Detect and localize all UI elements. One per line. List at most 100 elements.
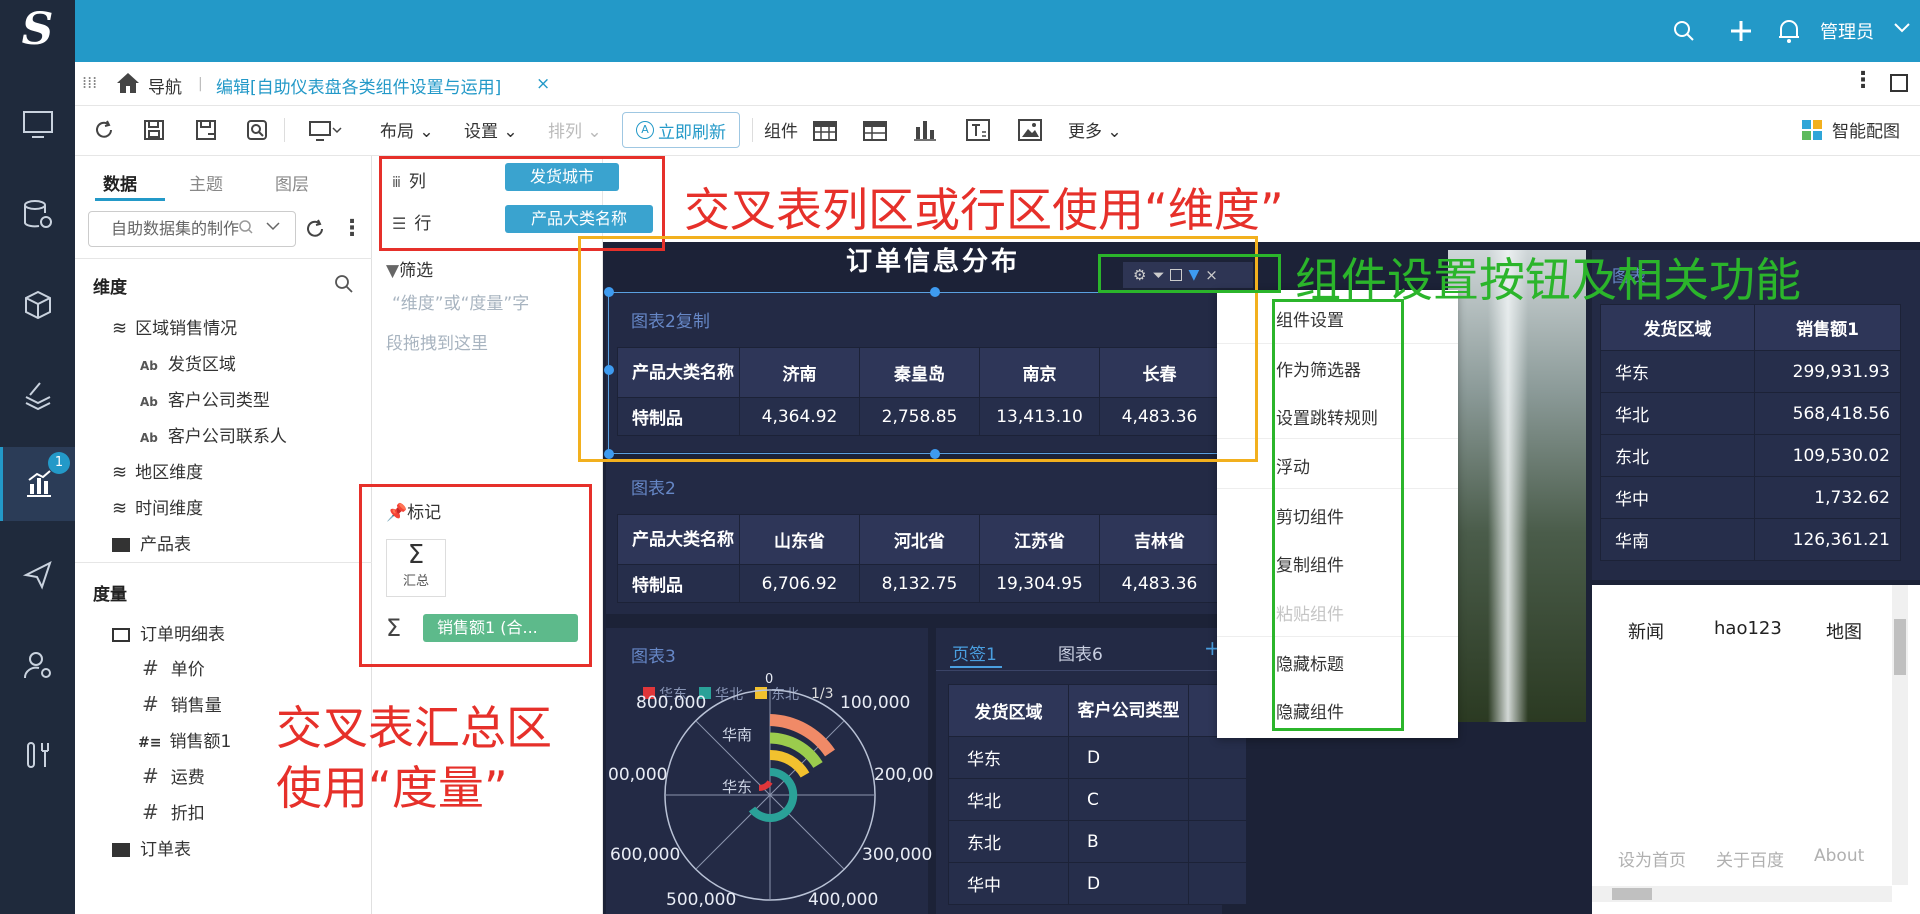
chevron-down-icon[interactable] — [1893, 22, 1911, 34]
more-menu[interactable]: 更多 ⌄ — [1068, 117, 1122, 142]
settings-menu[interactable]: 设置 ⌄ — [464, 117, 518, 142]
tab-theme[interactable]: 主题 — [189, 170, 223, 195]
tab-layers[interactable]: 图层 — [275, 170, 309, 195]
tree-item-sales-qty[interactable]: # 销售量 — [142, 691, 222, 716]
send-icon[interactable] — [0, 540, 75, 610]
close-icon[interactable]: × — [536, 74, 550, 94]
more-vertical-icon[interactable]: ⋮ — [1852, 68, 1874, 93]
calculated-field-icon: #≡ — [138, 735, 162, 751]
chevron-down-icon[interactable] — [266, 222, 280, 232]
annotation-component-settings: 组件设置按钮及相关功能 — [1295, 253, 1801, 307]
tab-edit-dashboard[interactable]: 编辑[自助仪表盘各类组件设置与运用] — [216, 73, 501, 98]
refresh-icon[interactable] — [93, 119, 115, 141]
layers-tool-icon[interactable] — [0, 360, 75, 430]
bell-icon[interactable] — [1777, 18, 1801, 44]
number-field-icon: # — [142, 800, 159, 824]
radial-category-label: 华东 — [722, 778, 752, 796]
link-set-homepage[interactable]: 设为首页 — [1618, 846, 1686, 871]
tab-page1[interactable]: 页签1 — [952, 640, 997, 665]
annotation-box-red — [359, 484, 592, 667]
annotation-dimension: 交叉表列区或行区使用“维度” — [684, 183, 1284, 237]
tree-item-unit-price[interactable]: # 单价 — [142, 655, 205, 680]
tree-item-order-detail[interactable]: 订单明细表 — [112, 620, 225, 645]
tree-item-customer-type[interactable]: Ab 客户公司类型 — [140, 386, 270, 411]
search-icon[interactable] — [334, 274, 354, 294]
more-vertical-icon[interactable]: ⋮ — [341, 216, 363, 241]
tree-item-time-dim[interactable]: ≋ 时间维度 — [112, 494, 203, 519]
tree-item-ship-region[interactable]: Ab 发货区域 — [140, 350, 236, 375]
maximize-icon[interactable] — [1890, 74, 1908, 92]
dataset-select[interactable]: 自助数据集的制作 — [88, 211, 296, 247]
filter-drop-hint-2[interactable]: 段拖拽到这里 — [386, 324, 488, 364]
tree-item-region-sales[interactable]: ≋ 区域销售情况 — [112, 314, 237, 339]
table-cell: 华东 — [1600, 350, 1755, 393]
scrollbar-thumb[interactable] — [1894, 619, 1906, 675]
table-cell: 华中 — [1600, 476, 1755, 519]
top-bar — [0, 0, 1920, 62]
refresh-now-button[interactable]: A 立即刷新 — [622, 112, 740, 148]
filter-drop-hint[interactable]: “维度”或“度量”字 — [392, 284, 529, 324]
tree-item-order-table[interactable]: 订单表 — [112, 835, 191, 860]
column-header: 发货区域 — [948, 684, 1069, 737]
search-icon[interactable] — [1672, 19, 1696, 43]
table-cell: 568,418.56 — [1754, 392, 1901, 435]
arrange-menu[interactable]: 排列 ⌄ — [548, 117, 602, 142]
database-settings-icon[interactable] — [0, 180, 75, 250]
table-cell: 东北 — [948, 820, 1069, 863]
link-about[interactable]: About — [1814, 846, 1864, 866]
waterfall-highlight — [1488, 250, 1528, 722]
save-as-icon[interactable] — [195, 119, 217, 141]
tab-chart6[interactable]: 图表6 — [1058, 640, 1103, 665]
tab-divider: | — [198, 76, 203, 92]
tree-item-freight[interactable]: # 运费 — [142, 763, 205, 788]
number-field-icon: # — [142, 656, 159, 680]
table-cell: 109,530.02 — [1754, 434, 1901, 477]
tree-item-region-dim[interactable]: ≋ 地区维度 — [112, 458, 203, 483]
logo[interactable]: S — [0, 0, 75, 62]
table-icon[interactable] — [813, 120, 837, 142]
bar-chart-icon[interactable] — [913, 119, 937, 141]
table-cell — [1188, 736, 1247, 779]
table-cell: 华南 — [1600, 518, 1755, 561]
refresh-icon[interactable] — [304, 218, 326, 240]
scrollbar-thumb[interactable] — [1612, 888, 1652, 900]
components-label: 组件 — [764, 122, 798, 142]
layout-menu[interactable]: 布局 ⌄ — [380, 117, 434, 142]
vertical-scrollbar[interactable] — [1892, 585, 1908, 885]
monitor-icon[interactable] — [0, 90, 75, 160]
smart-chart-button[interactable]: 智能配图 — [1832, 117, 1900, 142]
horizontal-scrollbar[interactable] — [1592, 886, 1892, 902]
text-icon[interactable] — [966, 119, 990, 141]
tree-item-product-table[interactable]: 产品表 — [112, 530, 191, 555]
drag-handle-icon[interactable]: ⁞⁞⁞ — [82, 73, 97, 92]
tab-data[interactable]: 数据 — [103, 170, 137, 195]
number-field-icon: # — [142, 764, 159, 788]
link-map[interactable]: 地图 — [1826, 618, 1862, 644]
layers-icon: ≋ — [112, 462, 128, 483]
radial-tick: 500,000 — [666, 890, 737, 910]
add-icon[interactable] — [1728, 18, 1754, 44]
tab-divider — [936, 670, 1222, 671]
tools-icon[interactable] — [0, 720, 75, 790]
cube-icon[interactable] — [0, 270, 75, 340]
image-icon[interactable] — [1018, 119, 1042, 141]
link-news[interactable]: 新闻 — [1628, 618, 1664, 644]
tree-item-discount[interactable]: # 折扣 — [142, 799, 205, 824]
preview-icon[interactable] — [246, 119, 268, 141]
save-icon[interactable] — [143, 119, 165, 141]
link-about-baidu[interactable]: 关于百度 — [1716, 846, 1784, 871]
crosstab-icon[interactable] — [863, 120, 887, 142]
smart-chart-icon[interactable] — [1801, 119, 1823, 141]
tab-navigation[interactable]: 导航 — [148, 73, 182, 98]
table-cell: 4,483.36 — [1099, 564, 1220, 603]
user-settings-icon[interactable] — [0, 630, 75, 700]
link-hao123[interactable]: hao123 — [1714, 618, 1782, 639]
tree-item-sales-amount[interactable]: #≡ 销售额1 — [138, 727, 231, 752]
measure-header: 度量 — [93, 585, 127, 605]
tree-item-customer-contact[interactable]: Ab 客户公司联系人 — [140, 422, 287, 447]
user-menu[interactable]: 管理员 — [1820, 18, 1874, 44]
table-cell: 华北 — [948, 778, 1069, 821]
monitor-icon[interactable] — [308, 120, 342, 142]
home-icon[interactable] — [115, 71, 141, 95]
table-cell: 126,361.21 — [1754, 518, 1901, 561]
